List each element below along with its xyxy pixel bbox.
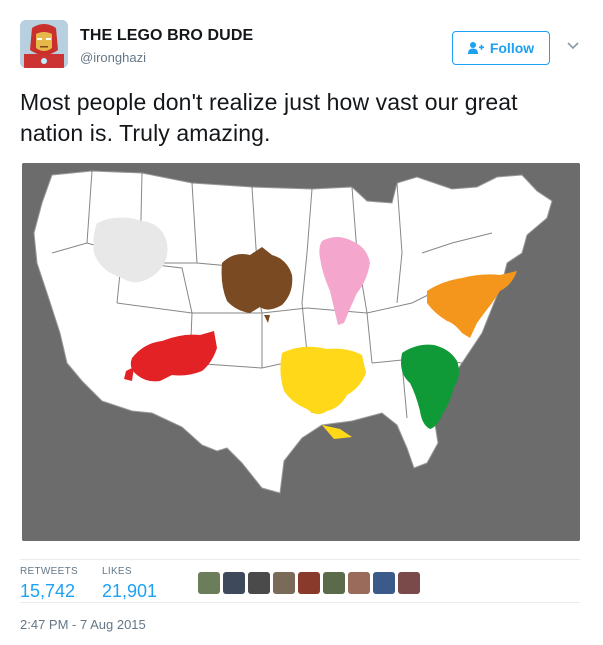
tweet-card: THE LEGO BRO DUDE @ironghazi Follow Most… [0,0,603,645]
likes-count: 21,901 [102,581,158,601]
retweets-stat[interactable]: RETWEETS 15,742 [20,566,78,602]
liker-avatar[interactable] [248,572,270,594]
divider [20,602,580,603]
liker-avatar[interactable] [348,572,370,594]
liker-avatar[interactable] [223,572,245,594]
liker-avatar[interactable] [373,572,395,594]
retweets-count: 15,742 [20,581,76,601]
tweet-stats: RETWEETS 15,742 LIKES 21,901 [20,559,580,602]
follow-button[interactable]: Follow [452,31,550,65]
likes-label: LIKES [102,566,132,577]
liker-avatar[interactable] [398,572,420,594]
chevron-down-icon[interactable] [566,38,580,52]
iron-man-avatar-icon[interactable] [20,20,68,68]
likes-stat[interactable]: LIKES 21,901 [102,566,157,602]
tweet-timestamp[interactable]: 2:47 PM - 7 Aug 2015 [20,617,146,632]
liker-avatar[interactable] [323,572,345,594]
liker-avatar[interactable] [198,572,220,594]
us-map-with-continents-image[interactable] [22,163,580,541]
add-user-icon [467,41,484,55]
liker-avatars [198,572,420,594]
tweet-text: Most people don't realize just how vast … [20,89,518,146]
follow-button-label: Follow [489,40,535,56]
retweets-label: RETWEETS [20,566,78,577]
author-handle[interactable]: @ironghazi [80,50,146,65]
author-display-name[interactable]: THE LEGO BRO DUDE [80,27,253,45]
liker-avatar[interactable] [298,572,320,594]
liker-avatar[interactable] [273,572,295,594]
